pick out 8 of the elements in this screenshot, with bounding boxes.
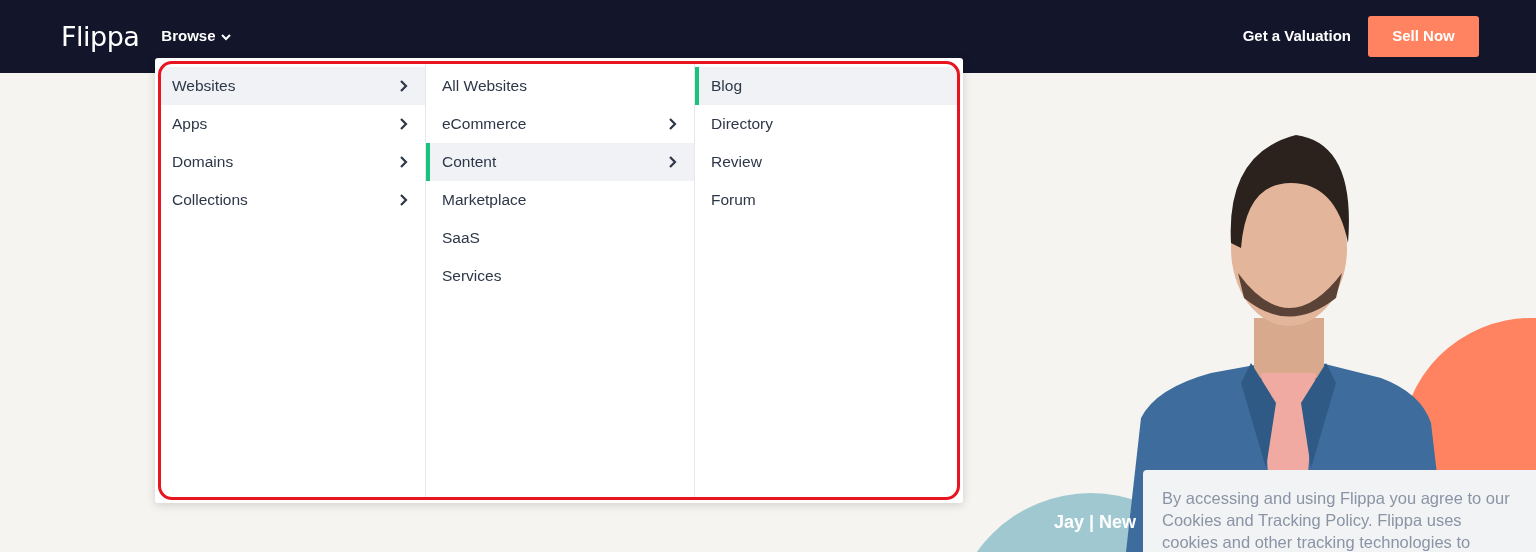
menu-item[interactable]: Content: [426, 143, 694, 181]
chevron-down-icon: [219, 32, 232, 41]
logo[interactable]: Flippa: [61, 23, 140, 50]
menu-item[interactable]: Blog: [695, 67, 958, 105]
menu-item[interactable]: Websites: [160, 67, 425, 105]
browse-menu-button[interactable]: Browse: [161, 25, 232, 48]
valuation-link[interactable]: Get a Valuation: [1242, 25, 1351, 48]
cookie-notice-text: By accessing and using Flippa you agree to our Cookies and Tracking Policy. Flippa uses cookies and other tracking technologies to: [1162, 488, 1511, 552]
